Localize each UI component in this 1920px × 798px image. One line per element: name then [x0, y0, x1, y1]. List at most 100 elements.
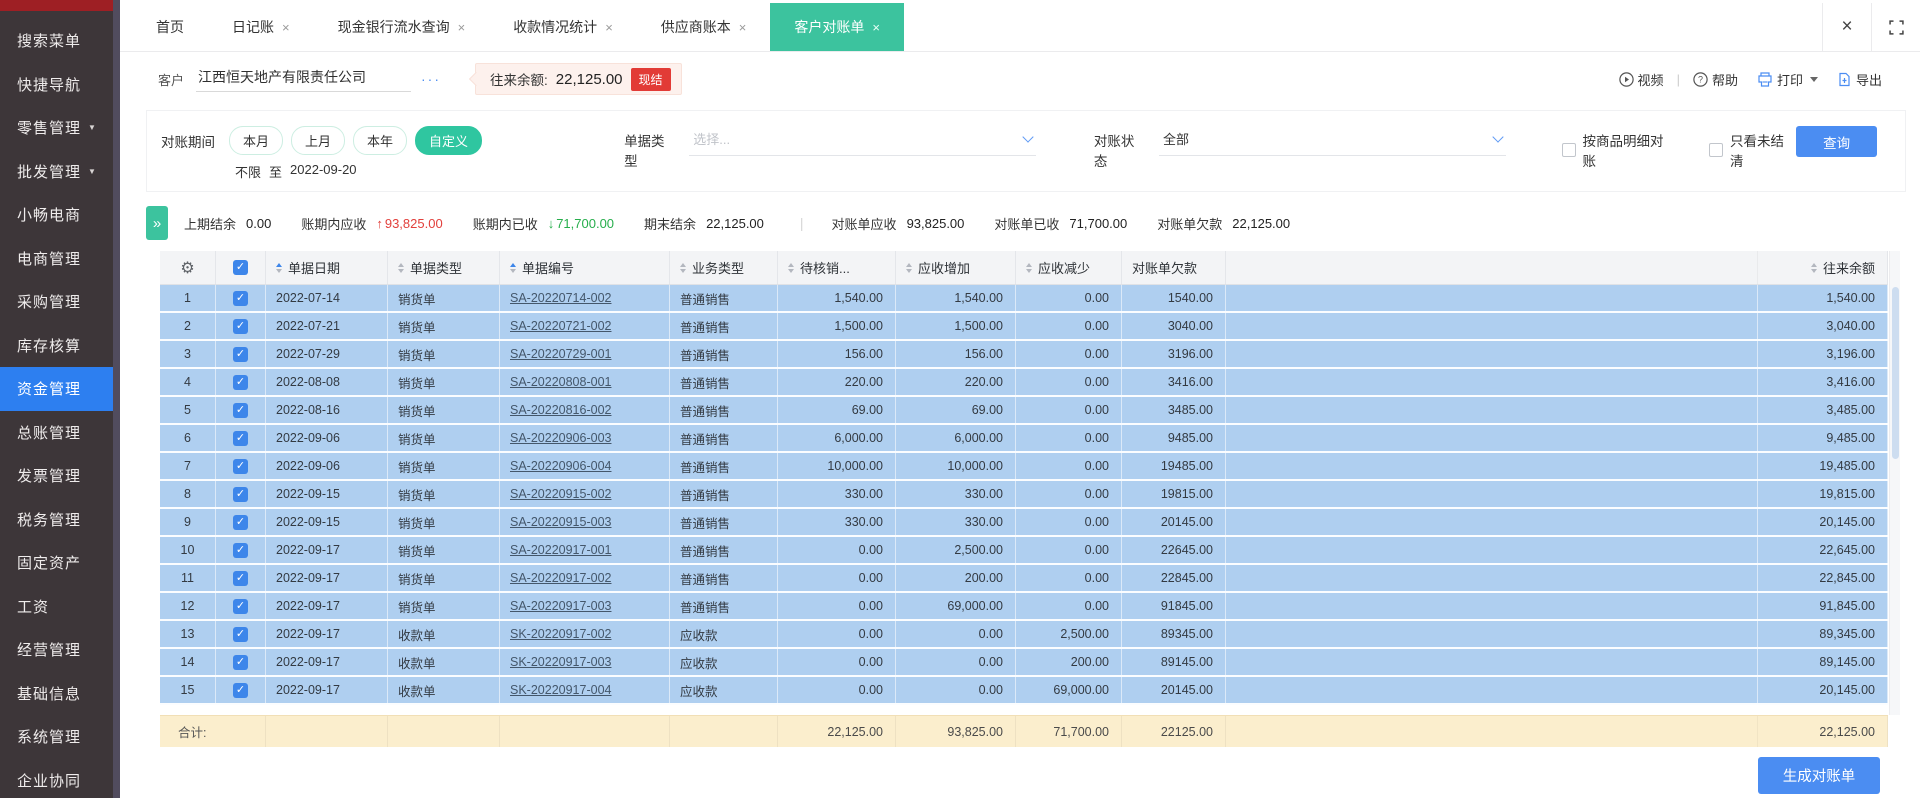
sidebar-item[interactable]: 总账管理: [0, 411, 120, 455]
by-item-checkbox[interactable]: 按商品明细对账: [1561, 130, 1676, 170]
period-pill[interactable]: 本月: [229, 126, 284, 155]
sidebar-item[interactable]: 发票管理: [0, 454, 120, 498]
column-header[interactable]: 单据日期: [266, 251, 388, 284]
vertical-scrollbar[interactable]: [1889, 251, 1900, 715]
customer-more-button[interactable]: ···: [421, 71, 441, 87]
doc-number-link[interactable]: SK-20220917-003: [510, 655, 611, 669]
table-row[interactable]: 11 ✓ 2022-09-17 销货单 SA-20220917-002 普通销售 0.00 2…: [160, 565, 1888, 593]
sidebar-item[interactable]: 电商管理: [0, 237, 120, 281]
table-row[interactable]: 9 ✓ 2022-09-15 销货单 SA-20220915-003 普通销售 330.00…: [160, 509, 1888, 537]
range-start-field[interactable]: 不限: [235, 162, 261, 181]
doc-number-link[interactable]: SA-20220721-002: [510, 319, 611, 333]
doc-number-link[interactable]: SA-20220906-004: [510, 459, 611, 473]
expand-button[interactable]: »: [146, 206, 168, 240]
column-header[interactable]: 单据类型: [388, 251, 500, 284]
sidebar-item[interactable]: 工资: [0, 585, 120, 629]
sidebar-item[interactable]: 快捷导航: [0, 63, 120, 107]
doc-number-link[interactable]: SA-20220808-001: [510, 375, 611, 389]
tab-close-icon[interactable]: ×: [605, 20, 613, 35]
doc-number-link[interactable]: SA-20220917-002: [510, 571, 611, 585]
generate-statement-button[interactable]: 生成对账单: [1758, 756, 1880, 794]
export-button[interactable]: 导出: [1837, 70, 1882, 89]
row-checkbox[interactable]: ✓: [216, 341, 266, 367]
scrollbar-thumb[interactable]: [1891, 287, 1899, 459]
column-header[interactable]: 待核销...: [778, 251, 896, 284]
column-header[interactable]: 应收减少: [1016, 251, 1122, 284]
table-row[interactable]: 4 ✓ 2022-08-08 销货单 SA-20220808-001 普通销售 220.00…: [160, 369, 1888, 397]
sidebar-item[interactable]: 经营管理: [0, 628, 120, 672]
video-button[interactable]: 视频: [1618, 70, 1664, 89]
doc-number-link[interactable]: SA-20220915-002: [510, 487, 611, 501]
print-button[interactable]: 打印: [1757, 70, 1818, 89]
row-checkbox[interactable]: ✓: [216, 677, 266, 703]
sidebar-item[interactable]: 库存核算: [0, 324, 120, 368]
unsettled-checkbox[interactable]: 只看未结清: [1709, 130, 1796, 170]
doc-number-link[interactable]: SA-20220714-002: [510, 291, 611, 305]
column-header[interactable]: 单据编号: [500, 251, 670, 284]
sidebar-item[interactable]: 零售管理 ▼: [0, 106, 120, 150]
period-pill[interactable]: 自定义: [415, 126, 483, 155]
help-button[interactable]: ? 帮助: [1693, 70, 1738, 89]
tab-close-icon[interactable]: ×: [282, 20, 290, 35]
tab[interactable]: 收款情况统计 ×: [489, 3, 637, 51]
table-row[interactable]: 7 ✓ 2022-09-06 销货单 SA-20220906-004 普通销售 10,000…: [160, 453, 1888, 481]
search-button[interactable]: 查询: [1796, 126, 1877, 157]
table-row[interactable]: 3 ✓ 2022-07-29 销货单 SA-20220729-001 普通销售 156.00…: [160, 341, 1888, 369]
tab-close-icon[interactable]: ×: [458, 20, 466, 35]
row-checkbox[interactable]: ✓: [216, 593, 266, 619]
sidebar-item[interactable]: 批发管理 ▼: [0, 150, 120, 194]
tab-close-icon[interactable]: ×: [739, 20, 747, 35]
table-row[interactable]: 15 ✓ 2022-09-17 收款单 SK-20220917-004 应收款 0.00 0.…: [160, 677, 1888, 705]
select-all-checkbox[interactable]: ✓: [216, 251, 266, 284]
sidebar-item[interactable]: 资金管理: [0, 367, 120, 411]
sidebar-item[interactable]: 搜索菜单: [0, 19, 120, 63]
doc-number-link[interactable]: SA-20220906-003: [510, 431, 611, 445]
table-row[interactable]: 6 ✓ 2022-09-06 销货单 SA-20220906-003 普通销售 6,000.…: [160, 425, 1888, 453]
tab[interactable]: 客户对账单 ×: [770, 3, 904, 51]
period-pill[interactable]: 本年: [353, 126, 408, 155]
row-checkbox[interactable]: ✓: [216, 649, 266, 675]
doc-type-select[interactable]: 选择...: [689, 129, 1036, 156]
table-row[interactable]: 14 ✓ 2022-09-17 收款单 SK-20220917-003 应收款 0.00 0.…: [160, 649, 1888, 677]
row-checkbox[interactable]: ✓: [216, 509, 266, 535]
customer-name-field[interactable]: 江西恒天地产有限责任公司: [196, 67, 412, 92]
doc-number-link[interactable]: SA-20220917-001: [510, 543, 611, 557]
row-checkbox[interactable]: ✓: [216, 565, 266, 591]
tab[interactable]: 首页: [132, 3, 208, 51]
period-pill[interactable]: 上月: [291, 126, 346, 155]
column-header[interactable]: 往来余额: [1758, 251, 1888, 284]
table-row[interactable]: 13 ✓ 2022-09-17 收款单 SK-20220917-002 应收款 0.00 0.…: [160, 621, 1888, 649]
sidebar-partial-item[interactable]: [0, 0, 120, 11]
doc-number-link[interactable]: SA-20220729-001: [510, 347, 611, 361]
row-checkbox[interactable]: ✓: [216, 397, 266, 423]
sidebar-item[interactable]: 采购管理: [0, 280, 120, 324]
table-row[interactable]: 2 ✓ 2022-07-21 销货单 SA-20220721-002 普通销售 1,500.…: [160, 313, 1888, 341]
row-checkbox[interactable]: ✓: [216, 425, 266, 451]
fullscreen-button[interactable]: [1871, 3, 1920, 51]
sidebar-item[interactable]: 基础信息: [0, 672, 120, 716]
row-checkbox[interactable]: ✓: [216, 369, 266, 395]
tab[interactable]: 日记账 ×: [208, 3, 314, 51]
settings-gear-button[interactable]: ⚙: [160, 251, 216, 284]
row-checkbox[interactable]: ✓: [216, 621, 266, 647]
doc-number-link[interactable]: SA-20220816-002: [510, 403, 611, 417]
table-row[interactable]: 12 ✓ 2022-09-17 销货单 SA-20220917-003 普通销售 0.00 6…: [160, 593, 1888, 621]
column-header[interactable]: 应收增加: [896, 251, 1016, 284]
table-row[interactable]: 10 ✓ 2022-09-17 销货单 SA-20220917-001 普通销售 0.00 2…: [160, 537, 1888, 565]
close-page-button[interactable]: ×: [1822, 3, 1871, 51]
doc-number-link[interactable]: SA-20220917-003: [510, 599, 611, 613]
column-header[interactable]: 业务类型: [670, 251, 778, 284]
doc-number-link[interactable]: SK-20220917-002: [510, 627, 611, 641]
sidebar-item[interactable]: 税务管理: [0, 498, 120, 542]
status-select[interactable]: 全部: [1159, 129, 1506, 156]
table-row[interactable]: 1 ✓ 2022-07-14 销货单 SA-20220714-002 普通销售 1,540.…: [160, 285, 1888, 313]
row-checkbox[interactable]: ✓: [216, 453, 266, 479]
tab[interactable]: 供应商账本 ×: [637, 3, 771, 51]
sidebar-item[interactable]: 系统管理: [0, 715, 120, 759]
doc-number-link[interactable]: SA-20220915-003: [510, 515, 611, 529]
sidebar-item[interactable]: 小畅电商: [0, 193, 120, 237]
doc-number-link[interactable]: SK-20220917-004: [510, 683, 611, 697]
row-checkbox[interactable]: ✓: [216, 285, 266, 311]
column-header[interactable]: 对账单欠款: [1122, 251, 1226, 284]
row-checkbox[interactable]: ✓: [216, 537, 266, 563]
